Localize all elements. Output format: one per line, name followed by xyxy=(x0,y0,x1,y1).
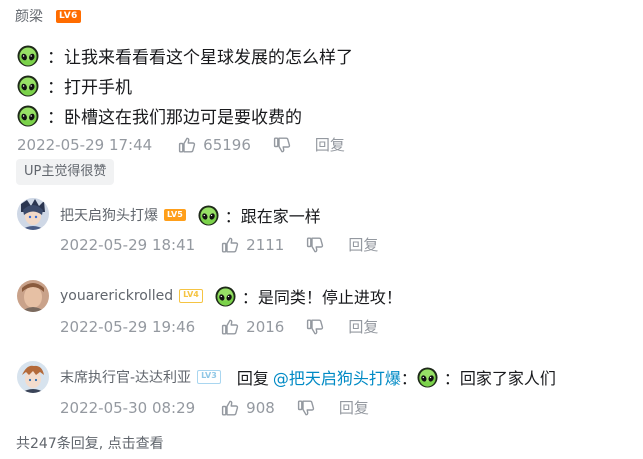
avatar[interactable] xyxy=(17,198,49,230)
thumb-up-icon xyxy=(221,318,239,336)
thumb-up-icon xyxy=(221,399,239,417)
like-count: 2111 xyxy=(246,235,285,254)
like-count: 65196 xyxy=(203,135,251,154)
up-liked-tag: UP主觉得很赞 xyxy=(16,159,115,185)
dislike-button[interactable] xyxy=(306,318,324,336)
thumb-down-icon xyxy=(297,399,315,417)
dislike-button[interactable] xyxy=(306,236,324,254)
thumb-up-icon xyxy=(221,236,239,254)
level-badge: LV3 xyxy=(197,370,221,384)
avatar[interactable] xyxy=(17,280,49,312)
reply-button[interactable]: 回复 xyxy=(348,234,378,255)
comment-line: ：让我来看看看这个星球发展的怎么样了 xyxy=(17,43,353,68)
reply-line: 末席执行官-达达利亚 LV3 回复 @把天启狗头打爆 ： ：回家了家人们 xyxy=(60,365,556,389)
reply-text: ：跟在家一样 xyxy=(224,207,321,226)
like-button[interactable]: 2111 xyxy=(221,236,284,254)
alien-emoji-icon xyxy=(417,367,438,388)
reply-meta: 2022-05-30 08:29 908 回复 xyxy=(60,397,369,418)
comment-thread: 颜梁 LV6 ：让我来看看看这个星球发展的怎么样了 ：打开手机 ：卧槽这在我们那… xyxy=(0,0,643,459)
avatar-image-icon xyxy=(17,280,49,312)
reply-meta: 2022-05-29 19:46 2016 回复 xyxy=(60,316,378,337)
thumb-down-icon xyxy=(306,318,324,336)
level-badge: LV6 xyxy=(56,10,81,23)
reply-line: 把天启狗头打爆 LV5 ：跟在家一样 xyxy=(60,203,321,227)
level-badge: LV5 xyxy=(164,209,186,221)
comment-text: ：让我来看看看这个星球发展的怎么样了 xyxy=(47,48,353,68)
thumb-down-icon xyxy=(306,236,324,254)
reply-username[interactable]: 把天启狗头打爆 xyxy=(60,205,158,225)
alien-emoji-icon xyxy=(17,75,39,97)
reply-username[interactable]: 末席执行官-达达利亚 xyxy=(60,367,191,387)
reply-time: 2022-05-30 08:29 xyxy=(60,398,196,417)
dislike-button[interactable] xyxy=(297,399,315,417)
comment-meta: 2022-05-29 17:44 65196 回复 xyxy=(17,134,345,155)
mention-separator: ： xyxy=(400,369,417,388)
avatar-image-icon xyxy=(17,198,49,230)
dislike-button[interactable] xyxy=(273,136,291,154)
reply-button[interactable]: 回复 xyxy=(315,134,345,155)
comment-text: ：打开手机 xyxy=(47,78,132,98)
alien-emoji-icon xyxy=(198,205,219,226)
reply-username[interactable]: youarerickrolled xyxy=(60,288,173,304)
reply-meta: 2022-05-29 18:41 2111 回复 xyxy=(60,234,378,255)
reply-text: ：回家了家人们 xyxy=(443,369,556,388)
reply-button[interactable]: 回复 xyxy=(339,397,369,418)
mention-link[interactable]: @把天启狗头打爆 xyxy=(273,365,401,389)
comment-line: ：卧槽这在我们那边可是要收费的 xyxy=(17,103,302,128)
thumb-down-icon xyxy=(273,136,291,154)
avatar-image-icon xyxy=(17,361,49,393)
comment-text: ：卧槽这在我们那边可是要收费的 xyxy=(47,108,302,128)
alien-emoji-icon xyxy=(215,286,236,307)
reply-button[interactable]: 回复 xyxy=(348,316,378,337)
alien-emoji-icon xyxy=(17,105,39,127)
reply-text: ：是同类！停止进攻！ xyxy=(241,288,402,307)
reply-prefix: 回复 xyxy=(236,369,269,388)
alien-emoji-icon xyxy=(17,45,39,67)
reply-time: 2022-05-29 19:46 xyxy=(60,317,196,336)
thumb-up-icon xyxy=(178,136,196,154)
comment-time: 2022-05-29 17:44 xyxy=(17,135,153,154)
like-count: 2016 xyxy=(246,317,285,336)
reply-time: 2022-05-29 18:41 xyxy=(60,235,196,254)
like-button[interactable]: 908 xyxy=(221,399,275,417)
like-button[interactable]: 2016 xyxy=(221,318,284,336)
level-badge: LV4 xyxy=(179,289,203,303)
view-more-replies-link[interactable]: 共247条回复, 点击查看 xyxy=(16,433,164,453)
avatar[interactable] xyxy=(17,361,49,393)
reply-line: youarerickrolled LV4 ：是同类！停止进攻！ xyxy=(60,284,402,308)
comment-line: ：打开手机 xyxy=(17,73,132,98)
like-count: 908 xyxy=(246,398,275,417)
like-button[interactable]: 65196 xyxy=(178,136,251,154)
comment-username[interactable]: 颜梁 xyxy=(15,6,43,26)
